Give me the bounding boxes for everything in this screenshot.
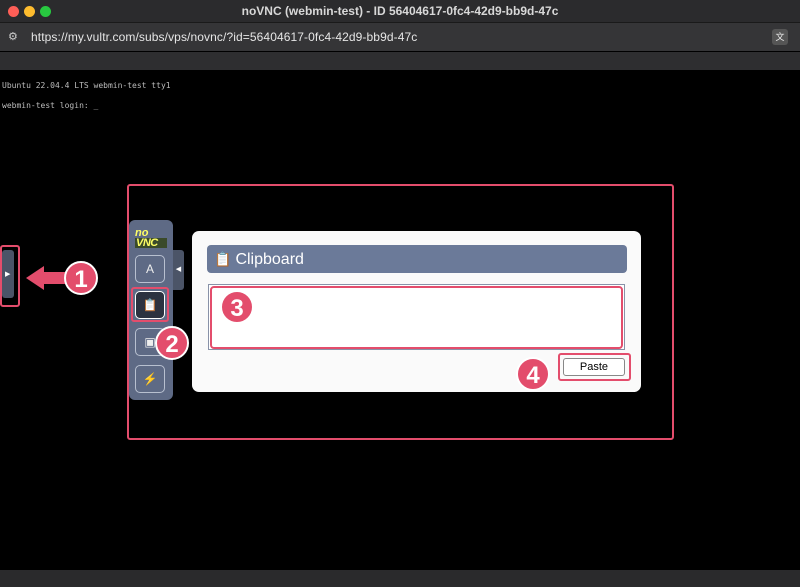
tune-icon[interactable]: ⚙ [8, 30, 22, 44]
collapse-panel-tab[interactable]: ◀ [173, 250, 184, 290]
disconnect-icon[interactable]: ⚡ [135, 365, 165, 393]
clipboard-textarea[interactable] [208, 284, 625, 350]
logo-vnc-text: VNC [135, 238, 167, 249]
callout-4: 4 [516, 357, 550, 391]
novnc-logo: no VNC [135, 228, 167, 249]
highlight-handle [0, 245, 20, 307]
terminal-line-login: webmin-test login: _ [2, 101, 99, 110]
callout-arrow-icon [26, 266, 44, 290]
window-titlebar: noVNC (webmin-test) - ID 56404617-0fc4-4… [0, 0, 800, 23]
clipboard-title: Clipboard [235, 251, 304, 268]
browser-toolstrip [0, 52, 800, 70]
highlight-clipboard-button [131, 287, 169, 322]
window-bottom-bar [0, 570, 800, 587]
callout-2: 2 [155, 326, 189, 360]
window-title: noVNC (webmin-test) - ID 56404617-0fc4-4… [241, 4, 559, 18]
callout-3: 3 [220, 290, 254, 324]
address-bar[interactable]: ⚙ https://my.vultr.com/subs/vps/novnc/?i… [0, 23, 800, 51]
clipboard-header: 📋 Clipboard [207, 245, 627, 273]
chevron-left-icon: ◀ [175, 266, 182, 273]
clipboard-title-icon: 📋 [214, 251, 232, 267]
terminal-line-os: Ubuntu 22.04.4 LTS webmin-test tty1 [2, 81, 171, 90]
paste-button[interactable]: Paste [563, 358, 625, 376]
translate-icon[interactable]: 文 [772, 29, 788, 45]
url-text[interactable]: https://my.vultr.com/subs/vps/novnc/?id=… [31, 30, 417, 44]
callout-1: 1 [64, 261, 98, 295]
keyboard-a-icon[interactable]: A [135, 255, 165, 283]
